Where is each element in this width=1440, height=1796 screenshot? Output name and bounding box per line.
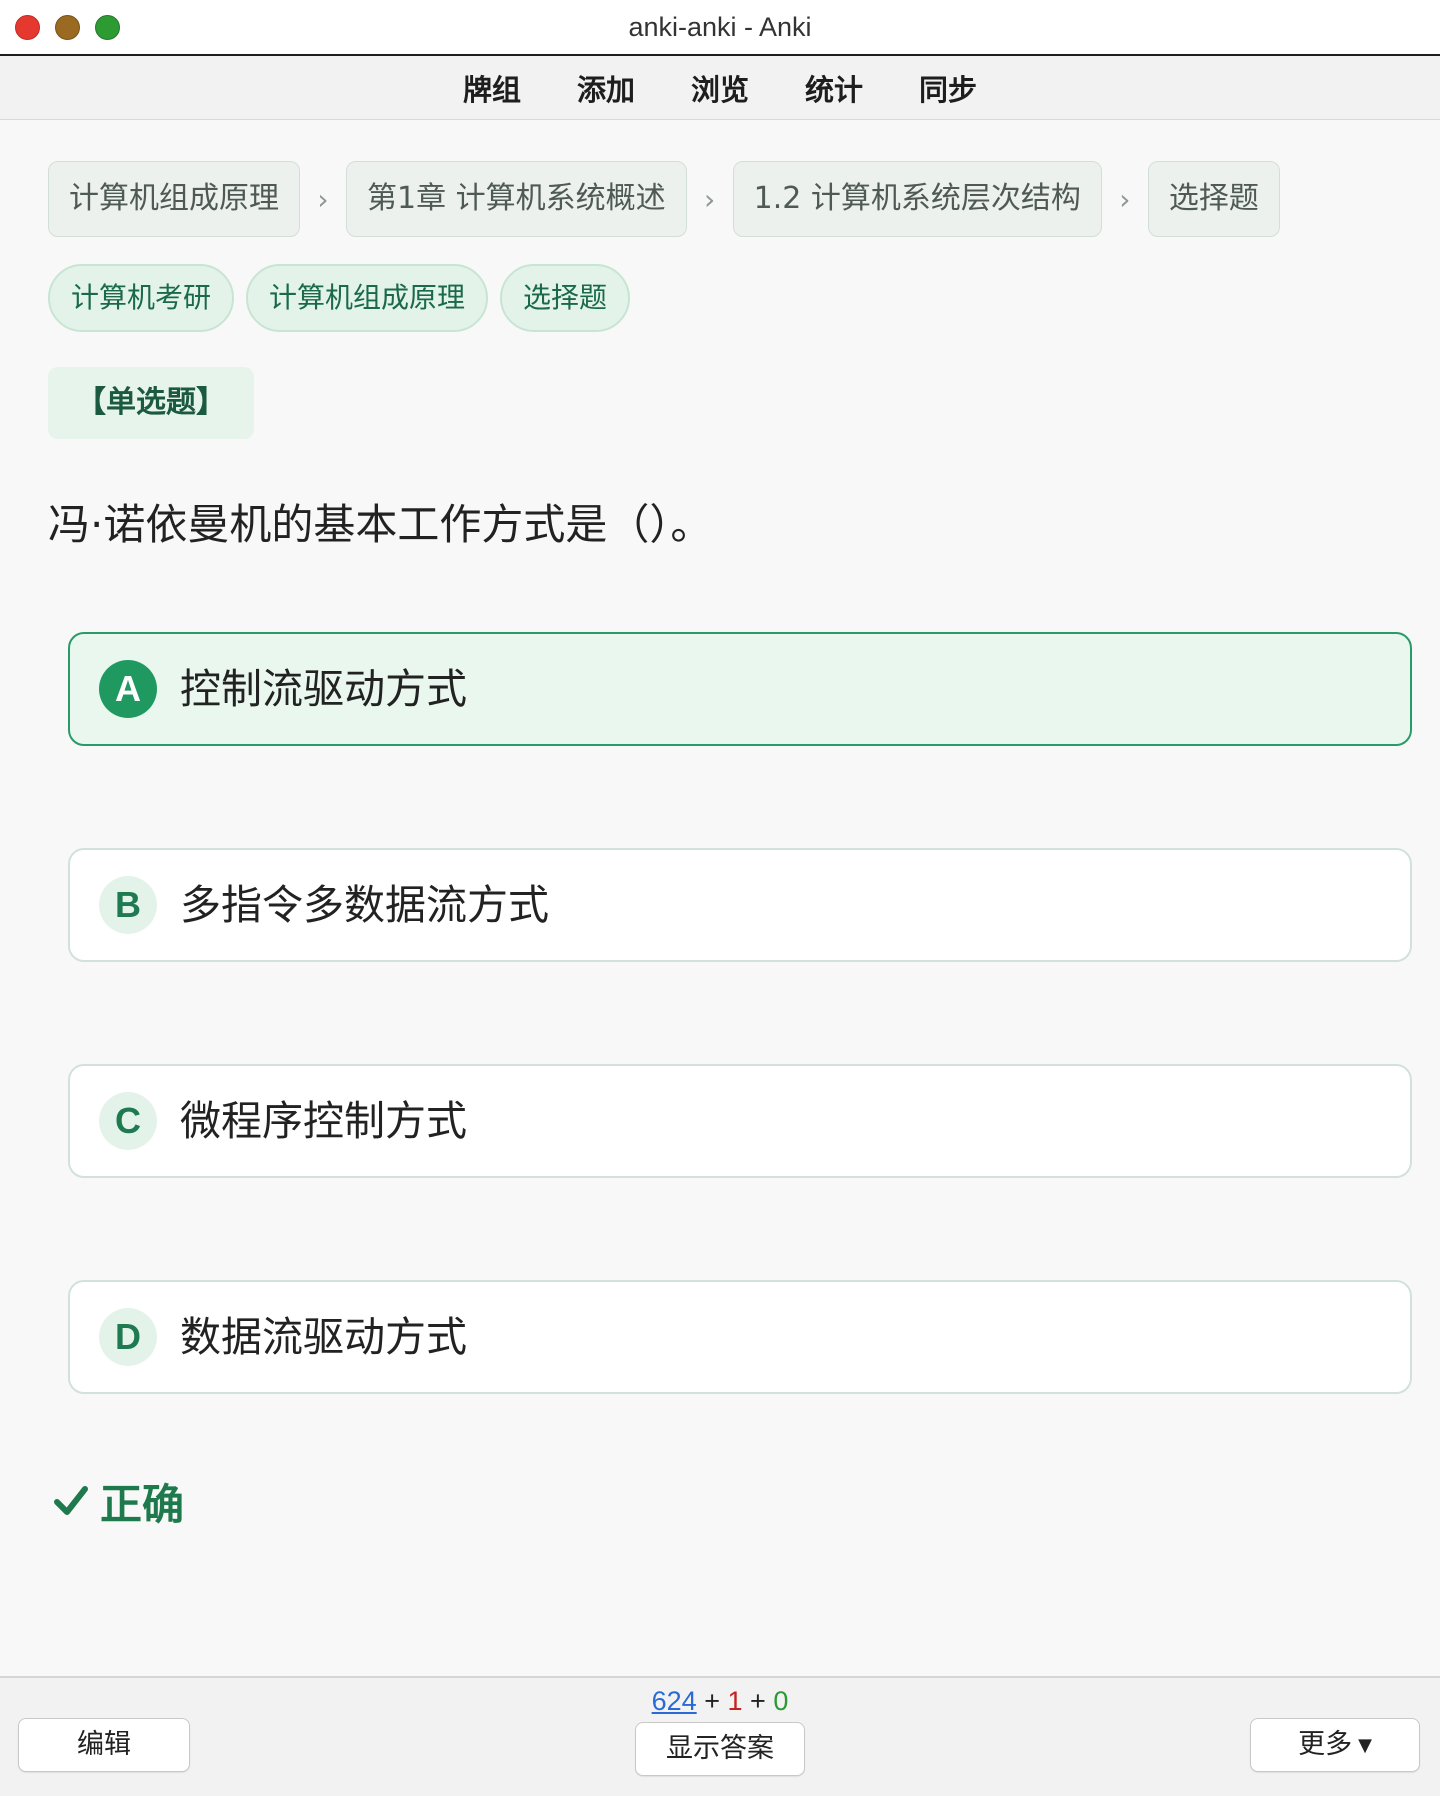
edit-button[interactable]: 编辑 [18, 1718, 190, 1772]
review-count: 0 [773, 1686, 789, 1716]
caret-down-icon: ▼ [1358, 1735, 1372, 1756]
count-separator: + [704, 1686, 720, 1716]
option-text: 数据流驱动方式 [180, 1313, 467, 1361]
breadcrumb-separator: › [704, 182, 716, 216]
breadcrumb-separator: › [317, 182, 329, 216]
check-icon [54, 1486, 88, 1515]
breadcrumb-item: 1.2 计算机系统层次结构 [732, 161, 1102, 237]
tag-pill: 选择题 [500, 264, 631, 332]
tag-list: 计算机考研 计算机组成原理 选择题 [48, 264, 631, 332]
breadcrumb-item: 计算机组成原理 [48, 161, 300, 237]
option-letter-badge: D [99, 1308, 157, 1366]
anki-window: anki-anki - Anki 牌组 添加 浏览 统计 同步 计算机组成原理 … [0, 0, 1440, 1796]
learn-count: 1 [727, 1686, 743, 1716]
option-a[interactable]: A 控制流驱动方式 [68, 632, 1412, 746]
option-letter-badge: B [99, 876, 157, 934]
option-text: 控制流驱动方式 [180, 665, 467, 713]
nav-sync[interactable]: 同步 [891, 67, 1005, 109]
nav-add[interactable]: 添加 [549, 67, 663, 109]
breadcrumb: 计算机组成原理 › 第1章 计算机系统概述 › 1.2 计算机系统层次结构 › … [48, 161, 1280, 237]
breadcrumb-separator: › [1119, 182, 1131, 216]
tag-pill: 计算机组成原理 [246, 264, 489, 332]
new-count[interactable]: 624 [652, 1686, 697, 1716]
breadcrumb-item: 选择题 [1147, 161, 1280, 237]
option-letter-badge: A [99, 660, 157, 718]
show-answer-label: 显示答案 [666, 1733, 774, 1764]
result-label: 正确 [100, 1479, 185, 1529]
nav-browse[interactable]: 浏览 [663, 67, 777, 109]
window-title: anki-anki - Anki [628, 12, 812, 42]
more-button[interactable]: 更多 ▼ [1250, 1718, 1420, 1772]
nav-decks[interactable]: 牌组 [435, 67, 549, 109]
edit-button-label: 编辑 [77, 1729, 131, 1760]
option-letter-badge: C [99, 1092, 157, 1150]
option-text: 微程序控制方式 [180, 1097, 467, 1145]
title-bar: anki-anki - Anki [0, 0, 1440, 56]
due-counts: 624 + 1 + 0 [0, 1686, 1440, 1717]
option-b[interactable]: B 多指令多数据流方式 [68, 848, 1412, 962]
top-nav: 牌组 添加 浏览 统计 同步 [0, 56, 1440, 120]
more-button-label: 更多 [1298, 1729, 1353, 1760]
card-content: 计算机组成原理 › 第1章 计算机系统概述 › 1.2 计算机系统层次结构 › … [0, 121, 1440, 1676]
option-c[interactable]: C 微程序控制方式 [68, 1064, 1412, 1178]
show-answer-button[interactable]: 显示答案 [635, 1722, 805, 1776]
nav-stats[interactable]: 统计 [777, 67, 891, 109]
breadcrumb-item: 第1章 计算机系统概述 [346, 161, 687, 237]
tag-pill: 计算机考研 [48, 264, 235, 332]
question-text: 冯·诺依曼机的基本工作方式是（）。 [48, 500, 713, 549]
bottom-bar: 624 + 1 + 0 编辑 显示答案 更多 ▼ [0, 1676, 1440, 1796]
count-separator: + [750, 1686, 766, 1716]
answer-result: 正确 [52, 1471, 184, 1531]
option-d[interactable]: D 数据流驱动方式 [68, 1280, 1412, 1394]
question-type-badge: 【单选题】 [48, 367, 254, 439]
option-text: 多指令多数据流方式 [180, 881, 549, 929]
